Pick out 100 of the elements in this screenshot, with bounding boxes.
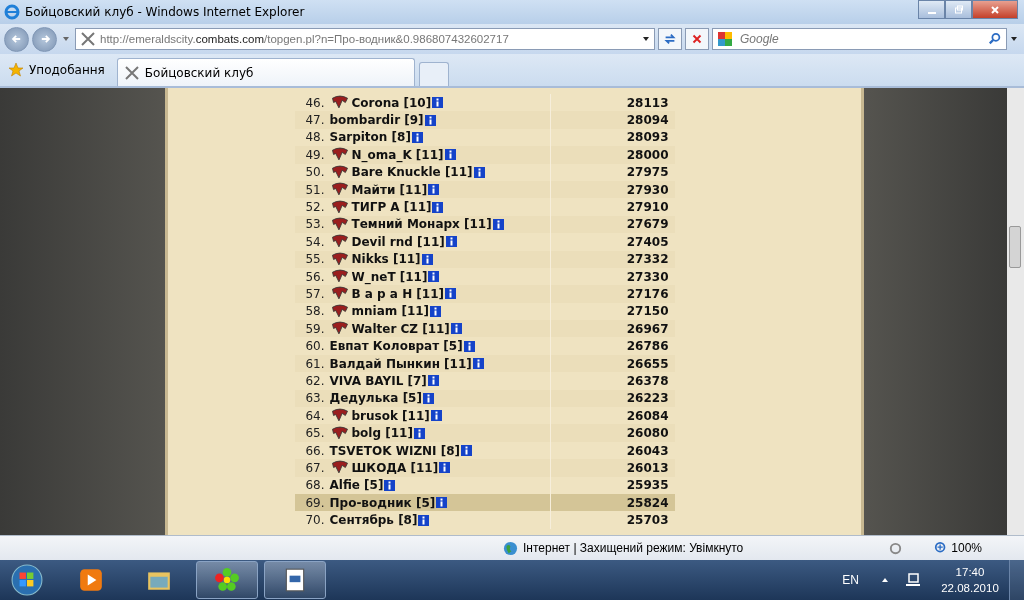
show-hidden-icons-icon[interactable] (881, 576, 889, 584)
player-name[interactable]: Сентябрь [8] (329, 513, 418, 528)
rank-number: 54. (304, 234, 326, 249)
dropdown-caret-icon[interactable] (1010, 35, 1018, 43)
player-name[interactable]: Alfie [5] (329, 478, 384, 493)
refresh-button[interactable] (658, 28, 682, 50)
player-name[interactable]: Дедулька [5] (329, 391, 422, 406)
info-icon[interactable] (384, 479, 396, 491)
close-button[interactable] (972, 0, 1018, 19)
player-name[interactable]: VIVA BAYIL [7] (329, 373, 427, 388)
show-desktop-button[interactable] (1009, 560, 1024, 600)
score: 26080 (625, 426, 670, 441)
rank-number: 48. (304, 130, 326, 145)
player-name[interactable]: Devil rnd [11] (351, 234, 445, 249)
player-name[interactable]: Евпат Коловрат [5] (329, 339, 463, 354)
language-indicator[interactable]: EN (842, 573, 859, 587)
score: 27975 (625, 165, 670, 180)
rank-number: 55. (304, 252, 326, 267)
player-name[interactable]: TSVETOK WIZNI [8] (329, 443, 461, 458)
info-icon[interactable] (428, 184, 440, 196)
stop-button[interactable] (685, 28, 709, 50)
info-icon[interactable] (432, 97, 444, 109)
info-icon[interactable] (418, 514, 430, 526)
info-icon[interactable] (436, 497, 448, 509)
player-name[interactable]: Темний Монарх [11] (351, 217, 492, 232)
rank-number: 59. (304, 321, 326, 336)
info-icon[interactable] (473, 166, 485, 178)
info-icon[interactable] (439, 462, 451, 474)
info-icon[interactable] (413, 427, 425, 439)
info-icon[interactable] (444, 149, 456, 161)
close-icon (990, 4, 1000, 15)
info-icon[interactable] (450, 323, 462, 335)
info-icon[interactable] (432, 201, 444, 213)
network-icon[interactable] (905, 572, 921, 588)
browser-tab[interactable]: Бойцовский клуб (116, 58, 415, 86)
score: 25935 (625, 478, 670, 493)
info-icon[interactable] (445, 288, 457, 300)
player-name[interactable]: Sarpiton [8] (329, 130, 411, 145)
info-icon[interactable] (472, 358, 484, 370)
player-name[interactable]: Nikks [11] (351, 252, 421, 267)
score: 27930 (625, 182, 670, 197)
info-icon[interactable] (445, 236, 457, 248)
stop-x-icon (690, 32, 704, 46)
player-name[interactable]: Corona [10] (351, 95, 432, 110)
player-name[interactable]: mniam [11] (351, 304, 430, 319)
player-name[interactable]: В а р а Н [11] (351, 287, 445, 301)
scrollbar-thumb[interactable] (1009, 226, 1021, 268)
forward-button[interactable] (32, 26, 57, 52)
player-name[interactable]: ТИГР А [11] (351, 200, 432, 215)
play-icon (78, 567, 104, 593)
rank-number: 49. (304, 147, 326, 162)
player-name[interactable]: Валдай Пынкин [11] (329, 356, 472, 371)
info-icon[interactable] (424, 114, 436, 126)
player-name[interactable]: W_neT [11] (351, 269, 428, 284)
player-name[interactable]: ШКОДА [11] (351, 460, 439, 475)
scrollbar[interactable] (1007, 88, 1024, 535)
back-button[interactable] (4, 26, 29, 52)
score: 26043 (625, 443, 670, 458)
rank-number: 62. (304, 373, 326, 388)
zoom-button[interactable]: 100% (928, 540, 988, 556)
player-name[interactable]: Майти [11] (351, 182, 428, 197)
player-name[interactable]: N_oma_K [11] (351, 147, 444, 162)
player-name[interactable]: Про-водник [5] (329, 495, 436, 510)
score: 26084 (625, 408, 670, 423)
favorites-button[interactable]: Уподобання (4, 56, 113, 84)
score: 26655 (625, 356, 670, 371)
player-name[interactable]: brusok [11] (351, 408, 430, 423)
player-name[interactable]: Bare Knuckle [11] (351, 165, 473, 180)
info-icon[interactable] (461, 445, 473, 456)
player-name[interactable]: bombardir [9] (329, 113, 424, 128)
info-icon[interactable] (430, 305, 442, 317)
score: 26223 (625, 391, 670, 406)
maximize-button[interactable] (945, 0, 972, 19)
windows-logo-icon (11, 564, 43, 596)
info-icon[interactable] (430, 410, 442, 422)
info-icon[interactable] (427, 375, 439, 387)
info-icon[interactable] (492, 218, 504, 230)
clock[interactable]: 17:40 22.08.2010 (937, 564, 1003, 596)
score: 28093 (625, 130, 670, 145)
info-icon[interactable] (428, 271, 440, 283)
info-icon[interactable] (463, 340, 475, 352)
rank-number: 60. (304, 339, 326, 354)
browser-window-button[interactable] (264, 561, 326, 599)
address-field[interactable]: http://emeraldscity.combats.com/topgen.pl?n=Про-водник&0.986807432602717 (75, 28, 655, 50)
player-name[interactable]: Walter CZ [11] (351, 321, 450, 336)
messenger-button[interactable] (196, 561, 258, 599)
info-icon[interactable] (411, 131, 423, 143)
search-icon[interactable] (988, 32, 1002, 46)
search-bar[interactable]: Google (712, 28, 1007, 50)
rank-number: 69. (304, 495, 326, 510)
player-name[interactable]: bolg [11] (351, 426, 413, 441)
info-icon[interactable] (421, 253, 433, 265)
rank-number: 63. (304, 391, 326, 406)
clock-date: 22.08.2010 (941, 581, 999, 596)
score: 26378 (625, 373, 670, 388)
info-icon[interactable] (422, 392, 434, 404)
star-icon (8, 62, 24, 78)
minimize-button[interactable] (918, 0, 945, 19)
dropdown-caret-icon[interactable] (642, 35, 650, 43)
restore-icon (953, 4, 964, 15)
